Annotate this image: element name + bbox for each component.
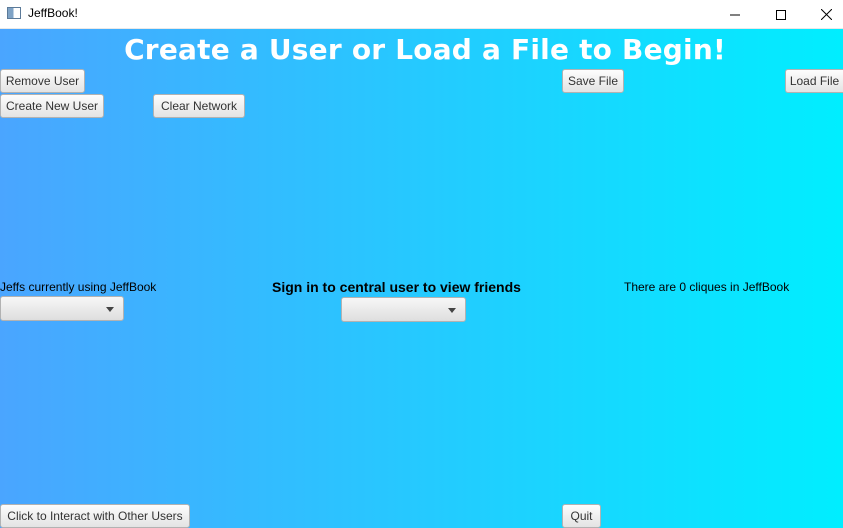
load-file-button[interactable]: Load File: [785, 69, 843, 93]
minimize-icon: [730, 14, 740, 15]
cliques-count-label: There are 0 cliques in JeffBook: [624, 280, 790, 294]
window-title-bar: JeffBook!: [0, 0, 843, 29]
remove-user-button[interactable]: Remove User: [0, 69, 85, 93]
jeffs-dropdown[interactable]: [0, 296, 124, 321]
create-new-user-button[interactable]: Create New User: [0, 94, 104, 118]
page-headline: Create a User or Load a File to Begin!: [124, 33, 726, 66]
close-button[interactable]: [803, 0, 843, 29]
maximize-button[interactable]: [758, 0, 804, 29]
app-icon: [7, 7, 21, 19]
quit-button[interactable]: Quit: [562, 504, 601, 528]
chevron-down-icon: [448, 308, 456, 313]
main-canvas: Create a User or Load a File to Begin! R…: [0, 29, 843, 528]
central-user-label: Sign in to central user to view friends: [272, 279, 521, 295]
save-file-button[interactable]: Save File: [562, 69, 624, 93]
chevron-down-icon: [106, 307, 114, 312]
jeffs-list-label: Jeffs currently using JeffBook: [0, 280, 157, 294]
window-title: JeffBook!: [28, 6, 78, 20]
clear-network-button[interactable]: Clear Network: [153, 94, 245, 118]
central-user-dropdown[interactable]: [341, 297, 466, 322]
maximize-icon: [776, 9, 786, 20]
minimize-button[interactable]: [712, 0, 758, 29]
close-icon: [820, 9, 832, 20]
interact-with-users-button[interactable]: Click to Interact with Other Users: [0, 504, 190, 528]
